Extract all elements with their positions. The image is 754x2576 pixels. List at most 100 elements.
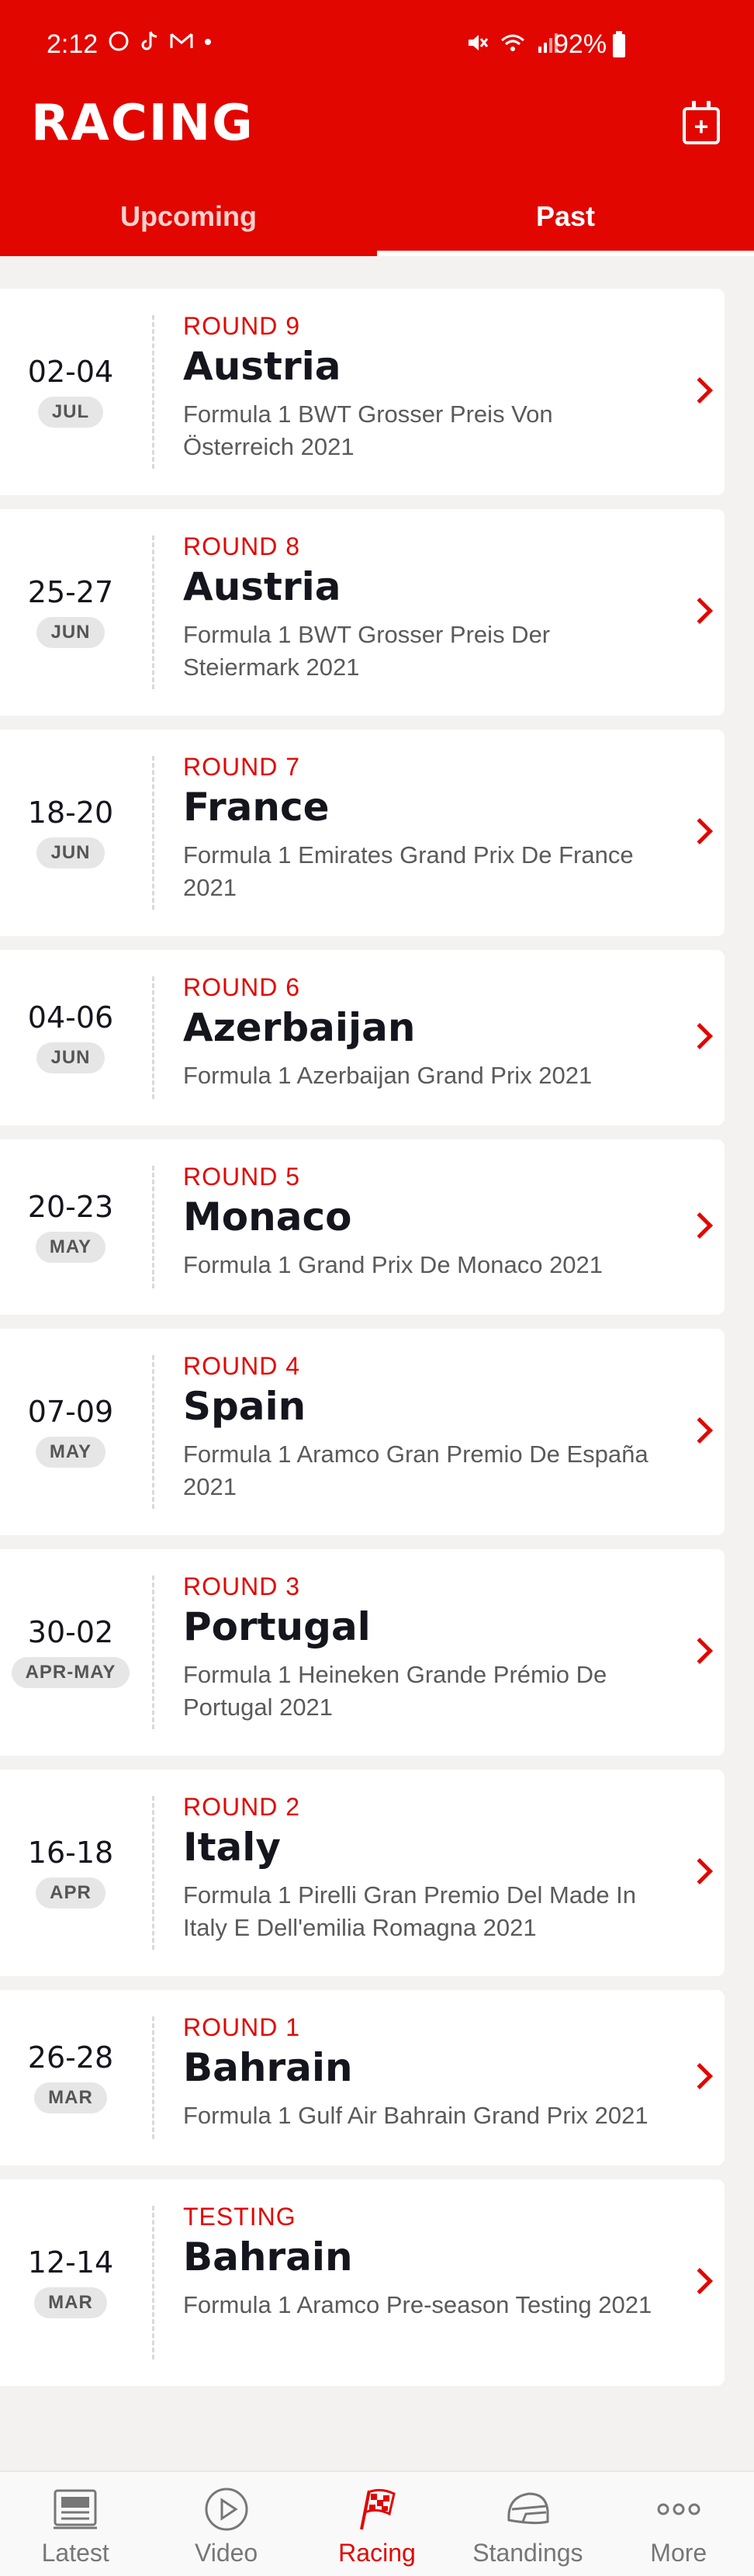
whatsapp-icon: [109, 31, 129, 51]
event-name: Formula 1 Aramco Gran Premio De España 2…: [183, 1441, 649, 1500]
month-badge: JUN: [36, 1042, 105, 1073]
event-name: Formula 1 Pirelli Gran Premio Del Made I…: [183, 1881, 637, 1941]
event-name: Formula 1 BWT Grosser Preis Der Steierma…: [183, 621, 551, 681]
nav-more-label: More: [650, 2539, 707, 2567]
nav-racing[interactable]: Racing: [302, 2472, 452, 2576]
event-name: Formula 1 Emirates Grand Prix De France …: [183, 841, 634, 901]
race-card[interactable]: 18-20 JUN ROUND 7 France Formula 1 Emirates …: [0, 730, 725, 936]
race-country: Bahrain: [183, 2234, 353, 2280]
card-divider: [152, 976, 154, 1099]
race-card[interactable]: 25-27 JUN ROUND 8 Austria Formula 1 BWT Gros…: [0, 509, 725, 716]
round-label: TESTING: [183, 2203, 296, 2231]
race-date: 26-28 MAR: [0, 2040, 141, 2113]
nav-video[interactable]: Video: [150, 2472, 301, 2576]
race-card[interactable]: 26-28 MAR ROUND 1 Bahrain Formula 1 Gulf Air…: [0, 1990, 725, 2165]
event-name: Formula 1 Aramco Pre-season Testing 2021: [183, 2291, 652, 2318]
date-range: 18-20: [27, 796, 114, 830]
month-badge: MAR: [34, 2082, 107, 2113]
race-info: ROUND 7 France Formula 1 Emirates Grand Pr…: [183, 753, 662, 904]
event-name: Formula 1 Azerbaijan Grand Prix 2021: [183, 1062, 593, 1089]
event-name: Formula 1 Heineken Grande Prémio De Port…: [183, 1661, 607, 1721]
race-card[interactable]: 04-06 JUN ROUND 6 Azerbaijan Formula 1 Azerb…: [0, 950, 725, 1125]
chevron-right-icon: [687, 2063, 713, 2089]
battery-icon: [613, 31, 625, 57]
chevron-right-icon: [687, 598, 713, 624]
race-country: Austria: [183, 564, 341, 609]
battery-percentage: 92%: [554, 29, 607, 59]
month-badge: MAY: [35, 1437, 106, 1468]
race-date: 16-18 APR: [0, 1836, 141, 1909]
card-divider: [152, 756, 154, 910]
round-label: ROUND 4: [183, 1352, 301, 1380]
month-badge: APR: [36, 1877, 105, 1909]
calendar-add-icon[interactable]: +: [683, 101, 720, 144]
tab-upcoming[interactable]: Upcoming: [0, 186, 377, 256]
event-name: Formula 1 Gulf Air Bahrain Grand Prix 20…: [183, 2102, 649, 2129]
chevron-right-icon: [687, 1417, 713, 1444]
card-divider: [152, 536, 154, 689]
race-country: Bahrain: [183, 2045, 353, 2090]
month-badge: APR-MAY: [11, 1657, 130, 1688]
round-label: ROUND 5: [183, 1163, 301, 1191]
chevron-right-icon: [687, 818, 713, 844]
race-country: Monaco: [183, 1194, 352, 1239]
race-info: ROUND 5 Monaco Formula 1 Grand Prix De Mon…: [183, 1163, 662, 1281]
helmet-icon: [507, 2492, 549, 2525]
race-country: Italy: [183, 1825, 281, 1870]
race-country: Portugal: [183, 1604, 371, 1649]
month-badge: JUL: [37, 397, 104, 428]
date-range: 12-14: [27, 2245, 114, 2280]
event-name: Formula 1 Grand Prix De Monaco 2021: [183, 1251, 604, 1278]
month-badge: JUN: [36, 617, 105, 648]
chevron-right-icon: [687, 1638, 713, 1664]
round-label: ROUND 9: [183, 312, 301, 340]
news-icon: [54, 2489, 98, 2529]
race-date: 20-23 MAY: [0, 1190, 141, 1263]
status-time: 2:12: [47, 29, 99, 59]
tiktok-icon: [141, 31, 157, 50]
more-icon: [657, 2503, 700, 2515]
nav-standings[interactable]: Standings: [452, 2472, 603, 2576]
race-card[interactable]: 07-09 MAY ROUND 4 Spain Formula 1 Aramco Gra…: [0, 1329, 725, 1535]
round-label: ROUND 7: [183, 753, 301, 781]
race-country: Azerbaijan: [183, 1005, 416, 1050]
nav-latest[interactable]: Latest: [0, 2472, 150, 2576]
card-divider: [152, 1166, 154, 1288]
month-badge: MAY: [35, 1232, 106, 1263]
race-date: 30-02 APR-MAY: [0, 1615, 141, 1688]
race-card[interactable]: 02-04 JUL ROUND 9 Austria Formula 1 BWT Gros…: [0, 289, 725, 495]
round-label: ROUND 3: [183, 1572, 301, 1600]
dot-icon: [205, 39, 211, 45]
gmail-icon: [170, 33, 193, 48]
race-country: Austria: [183, 344, 341, 389]
race-card[interactable]: 20-23 MAY ROUND 5 Monaco Formula 1 Grand Pri…: [0, 1139, 725, 1315]
card-divider: [152, 2016, 154, 2139]
race-info: ROUND 3 Portugal Formula 1 Heineken Grande…: [183, 1572, 662, 1724]
nav-video-label: Video: [194, 2539, 258, 2567]
nav-standings-label: Standings: [472, 2539, 583, 2567]
chevron-right-icon: [687, 1212, 713, 1239]
race-card[interactable]: 30-02 APR-MAY ROUND 3 Portugal Formula 1 Hei…: [0, 1549, 725, 1756]
date-range: 04-06: [27, 1000, 114, 1035]
nav-racing-label: Racing: [338, 2539, 416, 2567]
card-divider: [152, 1576, 154, 1729]
status-bar: 2:12 92%: [0, 0, 754, 93]
race-info: ROUND 1 Bahrain Formula 1 Gulf Air Bahrain…: [183, 2013, 662, 2132]
tab-past[interactable]: Past: [377, 186, 754, 256]
race-card[interactable]: 12-14 MAR TESTING Bahrain Formula 1 Aramco P…: [0, 2179, 725, 2386]
date-range: 20-23: [27, 1190, 114, 1224]
date-range: 02-04: [27, 355, 114, 389]
race-info: ROUND 8 Austria Formula 1 BWT Grosser Prei…: [183, 532, 662, 684]
event-name: Formula 1 BWT Grosser Preis Von Österrei…: [183, 400, 553, 460]
race-date: 18-20 JUN: [0, 796, 141, 868]
race-card[interactable]: 16-18 APR ROUND 2 Italy Formula 1 Pirelli Gr…: [0, 1770, 725, 1976]
nav-more[interactable]: More: [604, 2472, 754, 2576]
app-header: 2:12 92% RACING + Upcoming Past: [0, 0, 754, 256]
system-icons: [465, 31, 560, 54]
date-range: 07-09: [27, 1395, 114, 1429]
race-info: TESTING Bahrain Formula 1 Aramco Pre-seaso…: [183, 2203, 662, 2321]
bottom-navigation: Latest Video Racing Standings More: [0, 2470, 754, 2576]
race-date: 25-27 JUN: [0, 575, 141, 648]
card-divider: [152, 315, 154, 469]
race-info: ROUND 4 Spain Formula 1 Aramco Gran Premio…: [183, 1352, 662, 1503]
